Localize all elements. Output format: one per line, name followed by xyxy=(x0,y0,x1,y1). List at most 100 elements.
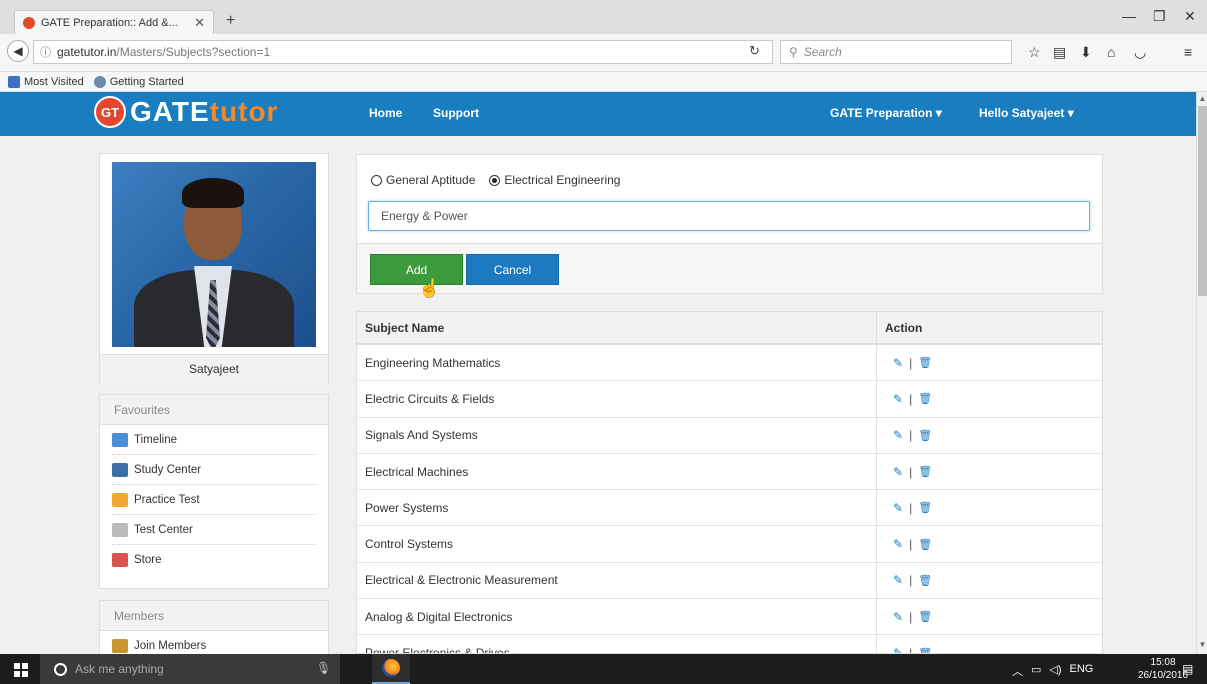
add-button[interactable]: Add xyxy=(370,254,463,285)
search-placeholder: Search xyxy=(803,45,842,59)
edit-icon[interactable]: ✎ xyxy=(893,501,903,515)
restore-icon[interactable]: ❐ xyxy=(1153,8,1166,25)
new-tab-button[interactable]: + xyxy=(226,12,235,30)
menu-icon[interactable]: ≡ xyxy=(1184,44,1192,60)
action-separator: | xyxy=(909,464,913,479)
action-cell: ✎ | 🗑 xyxy=(877,526,1102,561)
tray-expand-icon[interactable]: ︿ xyxy=(1012,663,1023,679)
windows-taskbar: Ask me anything 🎙 ︿ ▭ ◁) ENG 15:08 26/10… xyxy=(0,654,1207,684)
cortana-icon xyxy=(54,662,67,676)
back-button[interactable]: ◀ xyxy=(7,40,29,62)
action-cell: ✎ | 🗑 xyxy=(877,599,1102,634)
delete-icon[interactable]: 🗑 xyxy=(918,356,932,369)
minimize-icon[interactable]: — xyxy=(1122,8,1136,24)
bookmark-most-visited[interactable]: Most Visited xyxy=(8,75,84,88)
edit-icon[interactable]: ✎ xyxy=(893,428,903,442)
radio-general-aptitude[interactable]: General Aptitude xyxy=(371,173,475,187)
delete-icon[interactable]: 🗑 xyxy=(918,647,932,653)
bookmarks-bar: Most Visited Getting Started xyxy=(0,72,1207,92)
scroll-thumb[interactable] xyxy=(1198,106,1207,296)
logo-gate-text: GATE xyxy=(130,96,210,127)
delete-icon[interactable]: 🗑 xyxy=(918,465,932,478)
edit-icon[interactable]: ✎ xyxy=(893,356,903,370)
nav-support-link[interactable]: Support xyxy=(433,106,479,120)
edit-icon[interactable]: ✎ xyxy=(893,646,903,653)
radio-electrical-engineering-circle[interactable] xyxy=(489,174,501,186)
action-separator: | xyxy=(909,646,913,654)
tab-close-icon[interactable]: ✕ xyxy=(194,15,205,31)
network-icon[interactable]: ▭ xyxy=(1031,663,1041,679)
site-info-icon[interactable]: ⓘ xyxy=(40,44,51,60)
favourites-panel: Favourites Timeline Study Center Practice … xyxy=(99,394,329,589)
delete-icon[interactable]: 🗑 xyxy=(918,574,932,587)
delete-icon[interactable]: 🗑 xyxy=(918,610,932,623)
home-icon[interactable]: ⌂ xyxy=(1107,44,1115,60)
nav-user-dropdown[interactable]: Hello Satyajeet ▾ xyxy=(979,106,1074,120)
clock[interactable]: 15:08 26/10/2016 xyxy=(1138,656,1188,682)
profile-card: Satyajeet xyxy=(99,153,329,383)
subject-name-cell: Engineering Mathematics xyxy=(357,345,877,381)
scroll-up-icon[interactable]: ▲ xyxy=(1197,94,1207,103)
delete-icon[interactable]: 🗑 xyxy=(918,429,932,442)
radio-electrical-engineering[interactable]: Electrical Engineering xyxy=(489,173,620,187)
microphone-icon[interactable]: 🎙 xyxy=(316,661,331,675)
clipboard-icon xyxy=(112,492,128,507)
profile-name: Satyajeet xyxy=(100,354,328,383)
nav-home-link[interactable]: Home xyxy=(369,106,402,120)
page-scrollbar[interactable]: ▲ ▼ xyxy=(1196,92,1207,654)
edit-icon[interactable]: ✎ xyxy=(893,465,903,479)
download-icon[interactable]: ⬇ xyxy=(1080,44,1092,61)
tab-title: GATE Preparation:: Add &... xyxy=(41,16,178,29)
cancel-button[interactable]: Cancel xyxy=(466,254,559,285)
url-bar[interactable]: ⓘ gatetutor.in/Masters/Subjects?section=… xyxy=(33,40,773,64)
edit-icon[interactable]: ✎ xyxy=(893,537,903,551)
subject-name-input[interactable] xyxy=(368,201,1090,231)
cortana-search-box[interactable]: Ask me anything xyxy=(40,654,340,684)
favourites-list: Timeline Study Center Practice Test Test Ce… xyxy=(100,425,328,575)
header-subject-name: Subject Name xyxy=(357,312,877,343)
favourite-item-store[interactable]: Store xyxy=(112,545,316,575)
delete-icon[interactable]: 🗑 xyxy=(918,538,932,551)
action-cell: ✎ | 🗑 xyxy=(877,563,1102,598)
pocket-icon[interactable]: ◡ xyxy=(1134,44,1146,61)
favourite-item-study-center[interactable]: Study Center xyxy=(112,455,316,485)
bookmark-star-icon[interactable]: ☆ xyxy=(1028,44,1041,61)
back-arrow-icon: ◀ xyxy=(13,44,23,58)
favourite-item-timeline[interactable]: Timeline xyxy=(112,425,316,455)
browser-tab[interactable]: GATE Preparation:: Add &... ✕ xyxy=(14,10,214,34)
radio-general-aptitude-circle[interactable] xyxy=(371,174,382,186)
delete-icon[interactable]: 🗑 xyxy=(918,392,932,405)
profile-photo xyxy=(112,162,316,347)
scroll-down-icon[interactable]: ▼ xyxy=(1197,640,1207,649)
nav-gate-preparation-dropdown[interactable]: GATE Preparation ▾ xyxy=(830,106,942,120)
clock-time: 15:08 xyxy=(1150,657,1176,668)
volume-icon[interactable]: ◁) xyxy=(1049,663,1061,679)
edit-icon[interactable]: ✎ xyxy=(893,610,903,624)
action-separator: | xyxy=(909,355,913,370)
favourite-item-test-center[interactable]: Test Center xyxy=(112,515,316,545)
action-cell: ✎ | 🗑 xyxy=(877,381,1102,416)
delete-icon[interactable]: 🗑 xyxy=(918,501,932,514)
table-row: Analog & Digital Electronics ✎ | 🗑 xyxy=(357,599,1102,636)
reading-list-icon[interactable]: ▤ xyxy=(1053,44,1066,61)
window-close-icon[interactable]: ✕ xyxy=(1184,8,1196,25)
search-input[interactable]: ⚲ Search xyxy=(780,40,1012,64)
windows-start-icon[interactable] xyxy=(14,663,28,677)
edit-icon[interactable]: ✎ xyxy=(893,573,903,587)
firefox-taskbar-button[interactable] xyxy=(372,654,410,684)
reload-icon[interactable]: ↻ xyxy=(749,43,760,59)
favourite-item-practice-test[interactable]: Practice Test xyxy=(112,485,316,515)
language-indicator[interactable]: ENG xyxy=(1070,663,1094,679)
cortana-placeholder: Ask me anything xyxy=(75,662,164,676)
members-panel: Members Join Members xyxy=(99,600,329,660)
url-path: /Masters/Subjects?section=1 xyxy=(116,45,271,59)
bookmark-getting-started[interactable]: Getting Started xyxy=(93,75,184,88)
notifications-icon[interactable]: ▤ xyxy=(1182,662,1193,676)
logo-badge: GT xyxy=(94,96,126,128)
edit-icon[interactable]: ✎ xyxy=(893,392,903,406)
site-logo[interactable]: GT GATE tutor xyxy=(94,96,278,128)
table-row: Electric Circuits & Fields ✎ | 🗑 xyxy=(357,381,1102,418)
store-icon xyxy=(112,553,128,567)
action-separator: | xyxy=(909,573,913,588)
form-button-row: Add Cancel xyxy=(357,243,1102,293)
